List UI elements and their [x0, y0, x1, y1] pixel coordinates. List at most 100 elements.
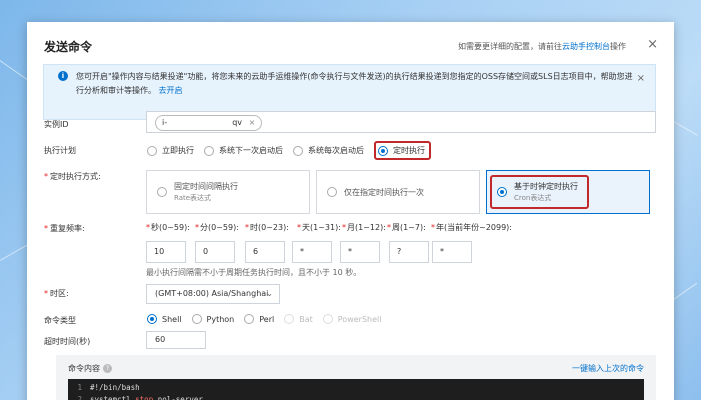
- radio-dot: [293, 145, 303, 156]
- plan-option-label: 系统下一次启动后: [219, 146, 283, 155]
- cmdtype-option-bat: Bat: [284, 314, 313, 324]
- radio-dot: [147, 145, 157, 156]
- day-header: *天(1~31):: [297, 223, 341, 232]
- notice-text: 您可开启"操作内容与结果投递"功能，将您未来的云助手运维操作(命令执行与文件发送…: [76, 70, 636, 98]
- minute-header: *分(0~59):: [195, 223, 239, 232]
- year-input[interactable]: *: [432, 241, 472, 263]
- timezone-label: * 时区:: [44, 289, 69, 298]
- plan-option-next-boot[interactable]: 系统下一次启动后: [204, 145, 283, 156]
- radio-dot: [327, 187, 337, 197]
- field-head: 年(当前年份~2099):: [436, 223, 512, 232]
- question-icon[interactable]: ?: [103, 364, 112, 373]
- cmdtype-option-python[interactable]: Python: [191, 314, 235, 324]
- code-line: systemctl stop nol-server: [90, 395, 203, 400]
- timing-card-rate[interactable]: 固定时间间隔执行 Rate表达式: [146, 170, 310, 214]
- field-head: 时(0~23):: [250, 223, 289, 232]
- plan-label: 执行计划: [44, 146, 76, 155]
- command-content-label-text: 命令内容: [68, 364, 100, 373]
- timing-label-text: 定时执行方式:: [50, 172, 101, 181]
- help-suffix: 操作: [610, 42, 626, 51]
- radio-dot: [204, 145, 214, 156]
- hour-header: *时(0~23):: [245, 223, 289, 232]
- instance-label: 实例ID: [44, 120, 69, 129]
- info-icon: i: [58, 71, 68, 81]
- timeout-label: 超时时间(秒): [44, 337, 91, 346]
- timezone-label-text: 时区:: [50, 289, 69, 298]
- radio-dot-selected: [378, 145, 388, 156]
- radio-dot: [322, 314, 333, 324]
- timing-card-once[interactable]: 仅在指定时间执行一次: [316, 170, 480, 214]
- plan-option-label: 定时执行: [393, 146, 425, 155]
- second-input[interactable]: 10: [146, 241, 186, 263]
- field-head: 分(0~59):: [200, 223, 239, 232]
- line-number: 1: [77, 383, 82, 392]
- plan-option-label: 立即执行: [162, 146, 194, 155]
- cmdtype-option-label: Shell: [162, 314, 182, 324]
- tag-close-icon[interactable]: ×: [249, 118, 256, 127]
- enable-link[interactable]: 去开启: [159, 86, 183, 95]
- cmdtype-option-shell[interactable]: Shell: [147, 314, 182, 324]
- second-header: *秒(0~59):: [146, 223, 190, 232]
- timing-label: * 定时执行方式:: [44, 172, 101, 181]
- minute-input[interactable]: 0: [195, 241, 235, 263]
- console-link[interactable]: 云助手控制台: [562, 42, 610, 51]
- field-head: 秒(0~59):: [151, 223, 190, 232]
- timezone-value: (GMT+08:00) Asia/Shanghai: [155, 289, 269, 298]
- month-input[interactable]: *: [340, 241, 380, 263]
- timeout-input[interactable]: 60: [146, 331, 206, 349]
- radio-dot: [157, 187, 167, 197]
- plan-radio-group: 立即执行 系统下一次启动后 系统每次启动后 定时执行: [147, 141, 441, 160]
- close-icon[interactable]: ×: [647, 37, 658, 52]
- command-content-panel: 命令内容? 一键输入上次的命令 1 #!/bin/bash 2 systemct…: [56, 355, 656, 400]
- instance-tag-prefix: i-: [162, 118, 168, 127]
- code-token: nol-server: [153, 395, 203, 400]
- week-input[interactable]: ?: [389, 241, 429, 263]
- radio-dot: [191, 314, 202, 324]
- field-head: 月(1~12):: [347, 223, 386, 232]
- code-keyword: stop: [135, 395, 154, 400]
- load-last-command-link[interactable]: 一键输入上次的命令: [572, 363, 644, 374]
- card-subtitle: Rate表达式: [174, 194, 212, 202]
- send-command-dialog: 发送命令 如需要更详细的配置，请前往云助手控制台操作 × i 您可开启"操作内容…: [27, 22, 674, 400]
- code-editor[interactable]: 1 #!/bin/bash 2 systemctl stop nol-serve…: [68, 379, 644, 400]
- hour-input[interactable]: 6: [245, 241, 285, 263]
- timezone-select[interactable]: (GMT+08:00) Asia/Shanghai ⌄: [146, 284, 280, 304]
- cmdtype-radio-group: Shell Python Perl Bat PowerShell: [147, 314, 391, 324]
- week-header: *周(1~7):: [387, 223, 426, 232]
- code-line: #!/bin/bash: [90, 383, 140, 392]
- line-number: 2: [77, 395, 82, 400]
- radio-dot-selected: [497, 187, 507, 197]
- cmdtype-option-perl[interactable]: Perl: [244, 314, 274, 324]
- cmdtype-option-label: Perl: [259, 314, 275, 324]
- background-line: [671, 120, 698, 136]
- radio-dot: [244, 314, 255, 324]
- notice-close-icon[interactable]: ×: [637, 73, 645, 84]
- cmdtype-option-label: Bat: [299, 314, 313, 324]
- card-title: 固定时间间隔执行: [174, 182, 238, 191]
- instance-input[interactable]: i- qv ×: [146, 111, 656, 133]
- instance-tag-suffix: qv: [232, 118, 243, 127]
- frequency-label: * 重复频率:: [44, 224, 85, 233]
- radio-dot: [284, 314, 295, 324]
- month-header: *月(1~12):: [342, 223, 386, 232]
- plan-option-immediate[interactable]: 立即执行: [147, 145, 194, 156]
- plan-option-scheduled[interactable]: 定时执行: [374, 141, 431, 160]
- plan-option-every-boot[interactable]: 系统每次启动后: [293, 145, 364, 156]
- card-title: 仅在指定时间执行一次: [344, 188, 424, 197]
- help-text: 如需要更详细的配置，请前往云助手控制台操作: [458, 41, 626, 52]
- code-token: systemctl: [90, 395, 136, 400]
- help-prefix: 如需要更详细的配置，请前往: [458, 42, 562, 51]
- chevron-down-icon: ⌄: [266, 289, 273, 298]
- dialog-title: 发送命令: [44, 40, 93, 54]
- radio-dot-selected: [147, 314, 157, 324]
- year-header: *年(当前年份~2099):: [431, 223, 512, 232]
- field-head: 周(1~7):: [392, 223, 426, 232]
- day-input[interactable]: *: [292, 241, 332, 263]
- instance-tag: i- qv ×: [155, 115, 263, 131]
- timing-card-cron[interactable]: 基于时钟定时执行 Cron表达式: [486, 170, 650, 214]
- plan-option-label: 系统每次启动后: [308, 146, 364, 155]
- cmdtype-option-label: PowerShell: [337, 314, 382, 324]
- background-line: [672, 282, 698, 301]
- cmdtype-option-label: Python: [206, 314, 235, 324]
- command-content-label: 命令内容?: [68, 363, 112, 374]
